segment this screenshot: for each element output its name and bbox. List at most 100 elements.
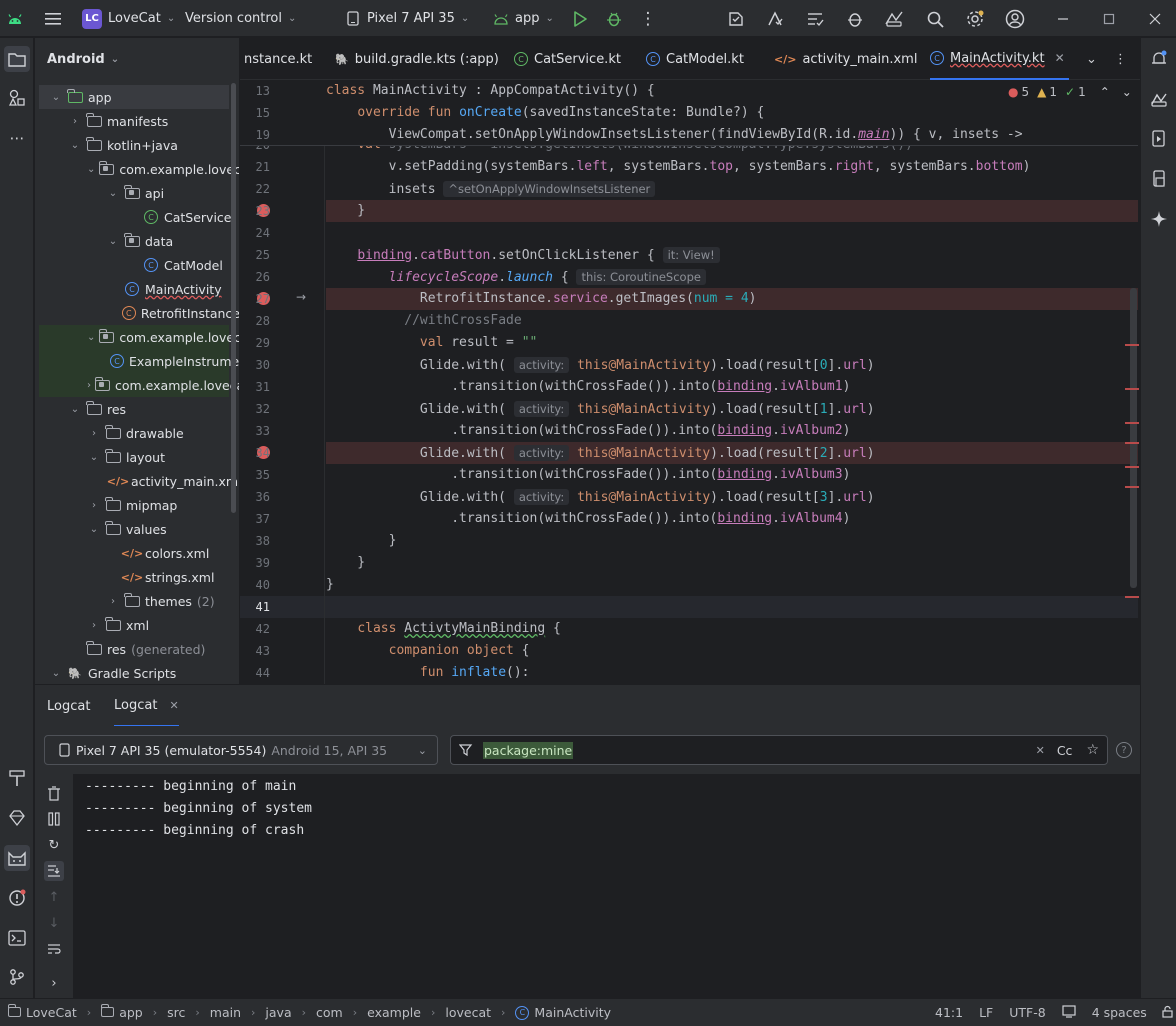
chevron-right-icon[interactable]: › bbox=[106, 596, 120, 607]
chevron-right-icon[interactable]: › bbox=[87, 620, 101, 631]
tab-more-icon[interactable]: ⋮ bbox=[1114, 38, 1127, 80]
gemini-chat-icon[interactable] bbox=[1147, 87, 1171, 111]
account-icon[interactable] bbox=[1003, 7, 1027, 31]
chevron-down-icon[interactable]: ⌄ bbox=[87, 452, 101, 463]
file-encoding[interactable]: UTF-8 bbox=[1009, 1005, 1045, 1020]
clear-logcat-trash-icon[interactable] bbox=[44, 783, 64, 803]
chevron-down-icon[interactable]: ⌄ bbox=[106, 188, 120, 199]
tree-item[interactable]: C ExampleInstrumentedTest bbox=[39, 349, 239, 373]
tab-mainactivity[interactable]: C MainActivity.kt ✕ bbox=[930, 38, 1069, 80]
project-switcher[interactable]: LC LoveCat ⌄ bbox=[82, 0, 175, 37]
tab-catservice[interactable]: C CatService.kt bbox=[514, 38, 621, 80]
indent-setting[interactable]: 4 spaces bbox=[1092, 1005, 1147, 1020]
tab-retrofitinstance[interactable]: nstance.kt bbox=[244, 38, 312, 80]
chevron-down-icon[interactable]: ⌄ bbox=[49, 668, 63, 679]
logcat-filter-field[interactable]: package:mine ✕ Cc ☆ bbox=[450, 735, 1108, 765]
breadcrumb-item[interactable]: com bbox=[316, 1005, 343, 1020]
memory-indicator-icon[interactable] bbox=[1062, 1004, 1076, 1021]
breadcrumb-item[interactable]: app bbox=[119, 1005, 143, 1020]
terminal-icon[interactable] bbox=[4, 925, 30, 951]
apply-changes-icon[interactable] bbox=[763, 7, 787, 31]
breadcrumb-item[interactable]: main bbox=[210, 1005, 241, 1020]
tree-item[interactable]: › manifests bbox=[35, 109, 239, 133]
tree-item[interactable]: res (generated) bbox=[35, 637, 239, 661]
tree-item[interactable]: ⌄ com.example.lovecat bbox=[39, 325, 239, 349]
chevron-right-icon[interactable]: › bbox=[68, 116, 82, 127]
problems-icon[interactable] bbox=[4, 885, 30, 911]
notifications-bell-icon[interactable] bbox=[1147, 47, 1171, 71]
project-view-selector[interactable]: Android ⌄ bbox=[47, 52, 119, 67]
breadcrumb-item[interactable]: java bbox=[265, 1005, 291, 1020]
device-manager-icon[interactable] bbox=[882, 7, 906, 31]
chevron-right-icon[interactable]: › bbox=[87, 428, 101, 439]
tree-item[interactable]: › com.example.lovecat bbox=[39, 373, 239, 397]
tree-item[interactable]: ⌄ values bbox=[35, 517, 239, 541]
tree-item[interactable]: ⌄ app bbox=[39, 85, 229, 109]
prev-highlight-icon[interactable]: ⌃ bbox=[1100, 85, 1110, 99]
restart-icon[interactable]: ↻ bbox=[44, 835, 64, 855]
expand-more-icon[interactable]: › bbox=[44, 973, 64, 993]
main-menu-icon[interactable] bbox=[41, 7, 65, 31]
breadcrumb-item[interactable]: LoveCat bbox=[26, 1005, 77, 1020]
tree-item[interactable]: › mipmap bbox=[35, 493, 239, 517]
search-icon[interactable] bbox=[923, 7, 947, 31]
debug-icon[interactable] bbox=[602, 7, 626, 31]
tree-item[interactable]: C CatModel bbox=[35, 253, 239, 277]
project-folder-icon[interactable] bbox=[4, 46, 30, 72]
pause-icon[interactable] bbox=[44, 809, 64, 829]
caret-position[interactable]: 41:1 bbox=[935, 1005, 963, 1020]
tree-item[interactable]: </> strings.xml bbox=[35, 565, 239, 589]
tree-item[interactable]: C CatService bbox=[35, 205, 239, 229]
tree-item[interactable]: ⌄ kotlin+java bbox=[35, 133, 239, 157]
chevron-down-icon[interactable]: ⌄ bbox=[87, 524, 101, 535]
chevron-down-icon[interactable]: ⌄ bbox=[87, 164, 95, 175]
build-hammer-icon[interactable] bbox=[4, 765, 30, 791]
tree-item[interactable]: › drawable bbox=[35, 421, 239, 445]
help-icon[interactable]: ? bbox=[1116, 742, 1132, 758]
read-only-lock-icon[interactable] bbox=[1161, 1005, 1174, 1021]
tree-item[interactable]: ⌄ data bbox=[35, 229, 239, 253]
tree-item[interactable]: ⌄ com.example.lovecat bbox=[35, 157, 239, 181]
chevron-down-icon[interactable]: ⌄ bbox=[106, 236, 120, 247]
tree-item[interactable]: C MainActivity bbox=[35, 277, 239, 301]
match-case-toggle[interactable]: Cc bbox=[1057, 743, 1073, 758]
logcat-tab[interactable]: Logcat ✕ bbox=[114, 685, 179, 727]
minimize-icon[interactable] bbox=[1051, 7, 1075, 31]
logcat-output[interactable]: ↻ ↑ ↓ › --------- beginning of main ----… bbox=[35, 774, 1140, 998]
clear-filter-icon[interactable]: ✕ bbox=[1036, 744, 1045, 757]
tree-item[interactable]: ⌄ res bbox=[35, 397, 239, 421]
build-variants-icon[interactable] bbox=[724, 7, 748, 31]
soft-wrap-icon[interactable] bbox=[44, 939, 64, 959]
resource-manager-icon[interactable] bbox=[4, 85, 30, 111]
device-selector[interactable]: Pixel 7 API 35 ⌄ bbox=[347, 0, 469, 37]
device-explorer-icon[interactable] bbox=[1147, 167, 1171, 191]
tree-item[interactable]: C RetrofitInstance bbox=[35, 301, 239, 325]
apply-code-changes-icon[interactable] bbox=[803, 7, 827, 31]
chevron-right-icon[interactable]: › bbox=[87, 500, 101, 511]
code-editor[interactable]: ● 5 ▲ 1 ✓ 1 ⌃ ⌄ → 2021222324252627282930… bbox=[240, 80, 1140, 684]
tab-catmodel[interactable]: C CatModel.kt bbox=[646, 38, 744, 80]
running-devices-icon[interactable] bbox=[1147, 127, 1171, 151]
app-quality-gem-icon[interactable] bbox=[4, 805, 30, 831]
device-dropdown[interactable]: Pixel 7 API 35 (emulator-5554) Android 1… bbox=[44, 735, 438, 765]
gemini-spark-icon[interactable] bbox=[1147, 207, 1171, 231]
down-arrow-icon[interactable]: ↓ bbox=[44, 913, 64, 933]
chevron-down-icon[interactable]: ⌄ bbox=[68, 404, 82, 415]
close-icon[interactable] bbox=[1143, 7, 1167, 31]
tree-item[interactable]: › themes (2) bbox=[35, 589, 239, 613]
breadcrumb-item[interactable]: lovecat bbox=[445, 1005, 491, 1020]
project-scrollbar[interactable] bbox=[231, 83, 236, 513]
tab-build-gradle[interactable]: 🐘 build.gradle.kts (:app) bbox=[335, 38, 499, 80]
more-tools-icon[interactable]: ⋯ bbox=[4, 125, 30, 151]
tree-item[interactable]: › xml bbox=[35, 613, 239, 637]
editor-scrollbar[interactable] bbox=[1130, 288, 1137, 588]
scroll-to-end-icon[interactable] bbox=[44, 861, 64, 881]
inspections-widget[interactable]: ● 5 ▲ 1 ✓ 1 ⌃ ⌄ bbox=[1008, 85, 1132, 99]
attach-debugger-icon[interactable] bbox=[843, 7, 867, 31]
git-branch-icon[interactable] bbox=[4, 964, 30, 990]
line-separator[interactable]: LF bbox=[979, 1005, 993, 1020]
vcs-menu[interactable]: Version control ⌄ bbox=[185, 0, 296, 37]
tree-item[interactable]: </> activity_main.xml bbox=[35, 469, 239, 493]
tab-close-icon[interactable]: ✕ bbox=[1055, 51, 1065, 65]
up-arrow-icon[interactable]: ↑ bbox=[44, 887, 64, 907]
